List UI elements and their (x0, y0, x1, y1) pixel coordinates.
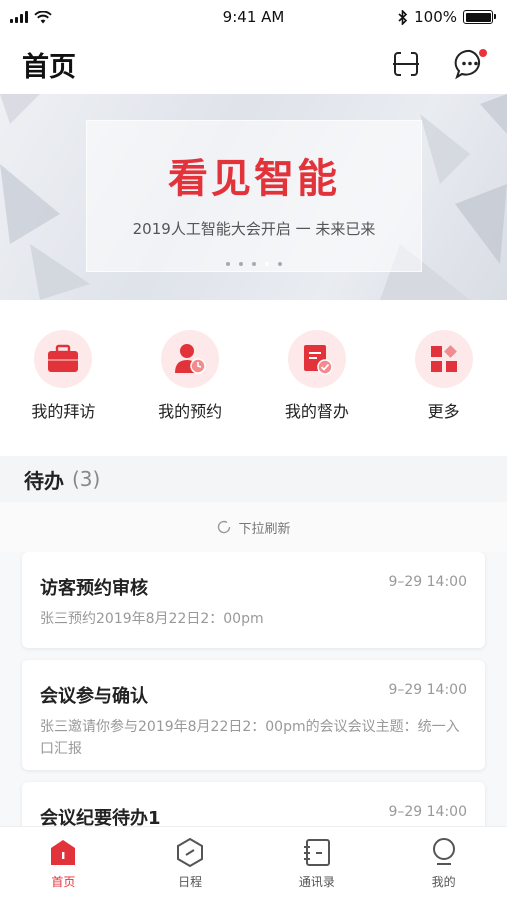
tab-label: 通讯录 (298, 875, 335, 889)
page-title: 首页 (22, 51, 76, 83)
carousel-dot[interactable] (238, 262, 243, 266)
quick-action-more[interactable]: 更多 (380, 330, 507, 430)
tab-profile[interactable]: 我的 (380, 827, 507, 900)
quick-action-label: 我的督办 (284, 402, 349, 421)
scan-button[interactable] (389, 47, 423, 81)
tab-label: 首页 (51, 875, 76, 889)
refresh-icon (218, 520, 231, 534)
quick-action-my-supervision[interactable]: 我的督办 (254, 330, 381, 430)
contacts-icon (303, 839, 330, 866)
todo-list[interactable]: 访客预约审核 9–29 14:00 张三预约2019年8月22日2：00pm 会… (0, 552, 507, 826)
status-right: 100% (398, 8, 496, 26)
signal-icon (10, 11, 28, 23)
todo-card-title: 会议参与确认 (40, 686, 148, 707)
todo-card[interactable]: 会议纪要待办1 9–29 14:00 (22, 782, 485, 826)
tab-contacts[interactable]: 通讯录 (254, 827, 381, 900)
briefcase-icon (34, 330, 93, 388)
battery-percent: 100% (414, 8, 457, 26)
quick-action-label: 我的拜访 (31, 402, 96, 421)
todo-card-title: 访客预约审核 (40, 578, 148, 599)
home-screen: 9:41 AM 100% 首页 看见智能 2019人工智能大会开启 一 未来已来… (0, 0, 507, 900)
tab-schedule[interactable]: 日程 (127, 827, 254, 900)
carousel-dot[interactable] (264, 262, 269, 266)
nav-actions (389, 47, 487, 81)
carousel-indicator (0, 262, 507, 266)
task-check-icon (287, 330, 346, 388)
home-icon (51, 840, 76, 865)
person-clock-icon (161, 330, 220, 388)
todo-card[interactable]: 访客预约审核 9–29 14:00 张三预约2019年8月22日2：00pm (22, 552, 485, 648)
bottom-tab-bar: 首页 日程 通讯录 我的 (0, 826, 507, 900)
tab-label: 我的 (431, 875, 456, 889)
quick-action-label: 更多 (427, 402, 460, 421)
tab-label: 日程 (178, 875, 203, 889)
message-button[interactable] (453, 47, 487, 81)
carousel-dot[interactable] (225, 262, 230, 266)
tab-home[interactable]: 首页 (0, 827, 127, 900)
todo-card-desc: 张三预约2019年8月22日2：00pm (40, 611, 264, 627)
carousel-dot[interactable] (251, 262, 256, 266)
pull-to-refresh: 下拉刷新 (0, 502, 507, 552)
promo-banner[interactable]: 看见智能 2019人工智能大会开启 一 未来已来 (0, 94, 507, 300)
todo-card-title: 会议纪要待办1 (40, 808, 161, 826)
todo-card[interactable]: 会议参与确认 9–29 14:00 张三邀请你参与2019年8月22日2：00p… (22, 660, 485, 770)
todo-card-time: 9–29 14:00 (388, 574, 467, 590)
refresh-hint: 下拉刷新 (238, 521, 291, 537)
battery-icon (463, 10, 496, 24)
todo-count: (3) (72, 467, 101, 491)
todo-card-time: 9–29 14:00 (388, 682, 467, 698)
schedule-icon (177, 837, 204, 867)
carousel-dot[interactable] (277, 262, 282, 266)
banner-subtitle: 2019人工智能大会开启 一 未来已来 (132, 220, 376, 238)
todo-title: 待办 (24, 468, 64, 493)
todo-card-desc: 张三邀请你参与2019年8月22日2：00pm的会议会议主题：统一入口汇报 (40, 719, 460, 757)
todo-card-time: 9–29 14:00 (388, 804, 467, 820)
banner-headline: 看见智能 (168, 156, 340, 202)
quick-action-my-visits[interactable]: 我的拜访 (0, 330, 127, 430)
wifi-icon (34, 10, 52, 23)
status-left (10, 10, 52, 24)
quick-action-my-appointments[interactable]: 我的预约 (127, 330, 254, 430)
quick-action-label: 我的预约 (158, 402, 223, 421)
grid-more-icon (414, 330, 473, 388)
unread-dot (479, 49, 487, 57)
top-nav-bar: 首页 (0, 34, 507, 94)
todo-section-header: 待办 (3) (0, 456, 507, 502)
scan-icon (393, 50, 419, 78)
status-bar: 9:41 AM 100% (0, 0, 507, 34)
profile-icon (432, 838, 455, 865)
bluetooth-icon (398, 9, 408, 25)
quick-actions: 我的拜访 我的预约 我的督办 更多 (0, 330, 507, 430)
